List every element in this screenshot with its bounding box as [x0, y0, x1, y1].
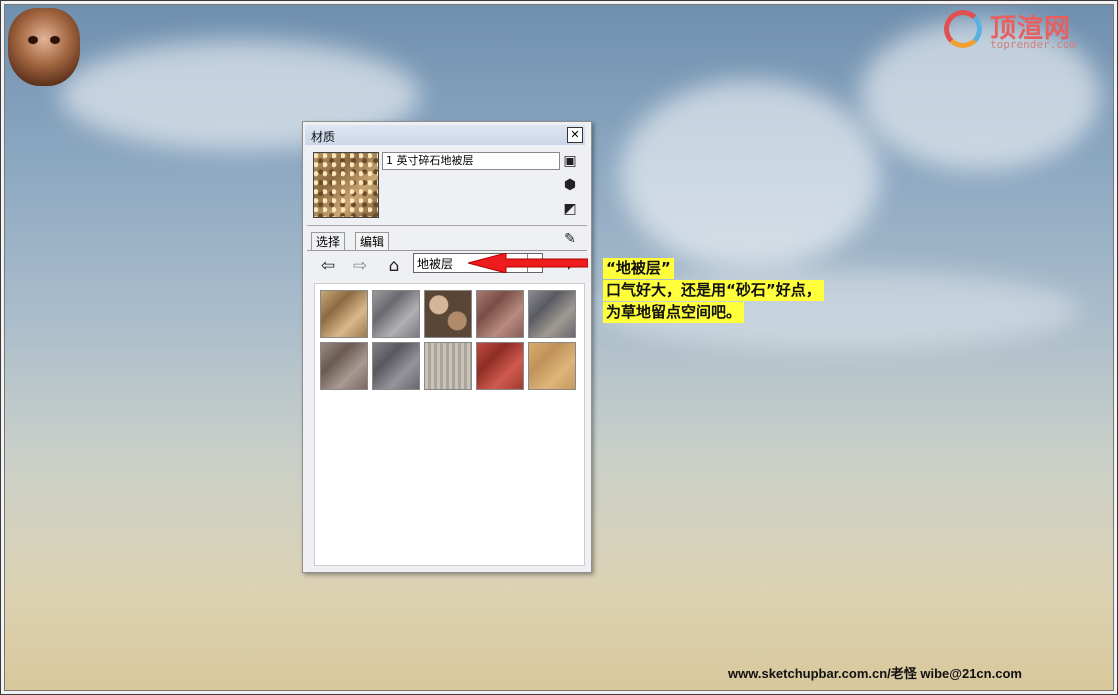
annotation-line: 口气好大，还是用“砂石”好点，	[603, 280, 824, 301]
tab-divider	[307, 250, 587, 251]
forward-arrow-icon[interactable]: ⇨	[349, 255, 371, 277]
swatch-pebbles[interactable]	[424, 290, 472, 338]
tab-select[interactable]: 选择	[311, 232, 346, 251]
mask-logo-icon	[8, 8, 80, 86]
annotation-line: 为草地留点空间吧。	[603, 302, 745, 323]
dialog-titlebar[interactable]: 材质 ✕	[305, 125, 585, 145]
red-arrow-icon	[468, 253, 588, 273]
brand-ring-icon	[944, 10, 982, 48]
dialog-title: 材质	[311, 130, 336, 144]
collection-value: 地被层	[417, 257, 454, 271]
eyedropper-icon[interactable]: ✎	[561, 230, 579, 248]
swatch-striped-ground[interactable]	[424, 342, 472, 390]
swatch-gravel-1in[interactable]	[320, 290, 368, 338]
material-name-input[interactable]	[382, 152, 560, 170]
annotation-line: “地被层”	[603, 258, 674, 279]
material-swatch-grid	[314, 283, 585, 566]
brand-logo: 顶渲网 toprender.com	[944, 8, 1104, 54]
swatch-mixed-gravel[interactable]	[528, 290, 576, 338]
swatch-dark-gravel[interactable]	[372, 342, 420, 390]
materials-dialog: 材质 ✕ ▣ ⬢ ◩ 选择 编辑 ✎ ⇦ ⇨ ⌂ 地被层 ▼ ⇨	[302, 121, 592, 573]
close-button[interactable]: ✕	[567, 127, 583, 143]
back-arrow-icon[interactable]: ⇦	[317, 255, 339, 277]
swatch-sand[interactable]	[528, 342, 576, 390]
footer-credit: www.sketchupbar.com.cn/老怪 wibe@21cn.com	[728, 666, 1022, 681]
brand-subtitle: toprender.com	[990, 38, 1077, 51]
sample-material-icon[interactable]: ◩	[561, 200, 579, 218]
create-material-icon[interactable]: ▣	[561, 152, 579, 170]
home-icon[interactable]: ⌂	[383, 255, 405, 277]
material-preview[interactable]	[313, 152, 379, 218]
swatch-gray-gravel[interactable]	[372, 290, 420, 338]
tab-edit[interactable]: 编辑	[355, 232, 390, 251]
swatch-red-gravel[interactable]	[476, 290, 524, 338]
cloud	[620, 80, 880, 270]
annotation-note: “地被层” 口气好大，还是用“砂石”好点， 为草地留点空间吧。	[603, 258, 824, 324]
paint-default-icon[interactable]: ⬢	[561, 176, 579, 194]
swatch-brown-gravel[interactable]	[320, 342, 368, 390]
swatch-red-chips[interactable]	[476, 342, 524, 390]
divider	[307, 225, 587, 226]
